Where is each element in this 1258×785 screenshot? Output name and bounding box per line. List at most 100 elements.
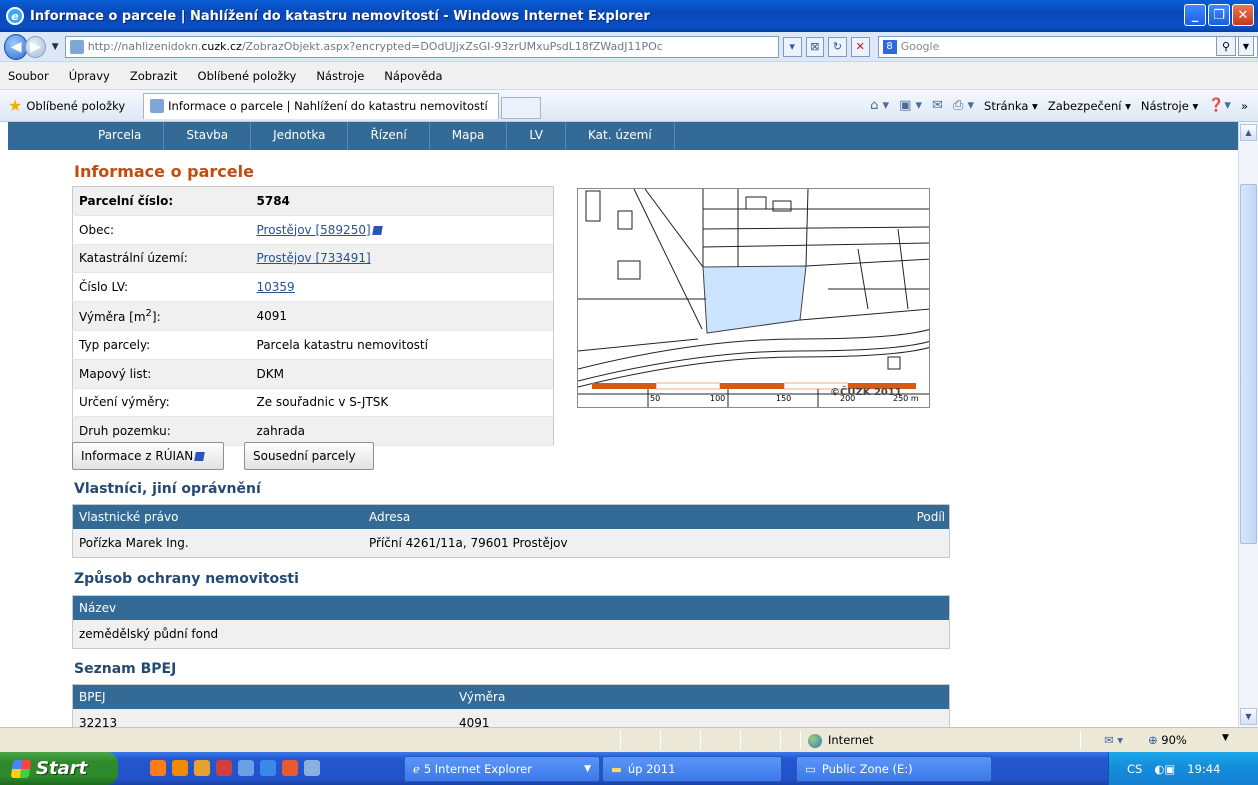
menu-edit[interactable]: Úpravy xyxy=(69,69,110,83)
clock: 19:44 xyxy=(1187,761,1221,776)
bpej-code: 32213 xyxy=(79,716,118,727)
ruian-info-button[interactable]: Informace z RÚIAN xyxy=(72,442,224,470)
row-key: Parcelní číslo: xyxy=(72,186,251,216)
cadastral-area-link[interactable]: Prostějov [733491] xyxy=(257,251,371,265)
feeds-icon[interactable]: ▣ ▾ xyxy=(899,98,922,113)
help-icon[interactable]: ❓▾ xyxy=(1208,98,1231,113)
search-button[interactable]: ⚲ xyxy=(1216,36,1236,56)
app-icon[interactable] xyxy=(216,760,232,776)
nav-mapa[interactable]: Mapa xyxy=(430,122,508,150)
print-icon[interactable]: ⎙ ▾ xyxy=(953,98,974,113)
search-dropdown-icon[interactable]: ▼ xyxy=(1238,36,1254,56)
address-bar: ◀ ▶ ▼ http://nahlizenidokn. cuzk.cz/Zobra… xyxy=(0,32,1258,62)
tools-menu[interactable]: Nástroje ▾ xyxy=(1141,99,1198,113)
security-zone: Internet xyxy=(808,733,874,748)
table-row: Parcelní číslo: 5784 xyxy=(72,186,554,216)
row-key: Určení výměry: xyxy=(72,388,251,418)
nav-rizeni[interactable]: Řízení xyxy=(348,122,430,150)
row-key: Typ parcely: xyxy=(72,330,251,360)
nav-jednotka[interactable]: Jednotka xyxy=(251,122,349,150)
chrome-icon[interactable] xyxy=(150,760,166,776)
table-row: 32213 4091 xyxy=(73,709,949,727)
url-dropdown-button[interactable]: ▾ xyxy=(782,36,802,57)
parcel-map-drawing: 50 100 150 200 250 m ©ČUZK 2011 xyxy=(578,189,929,407)
bpej-heading: Seznam BPEJ xyxy=(74,661,177,677)
top-navigation: Parcela Stavba Jednotka Řízení Mapa LV K… xyxy=(8,122,1238,150)
menu-tools[interactable]: Nástroje xyxy=(316,69,364,83)
browser-icon[interactable] xyxy=(282,760,298,776)
folder-icon: ▬ xyxy=(611,762,622,776)
table-row: Mapový list: DKM xyxy=(72,359,554,389)
google-icon: 8 xyxy=(882,39,897,54)
security-menu[interactable]: Zabezpečení ▾ xyxy=(1048,99,1131,113)
protection-heading: Způsob ochrany nemovitosti xyxy=(74,571,299,587)
minimize-button[interactable]: _ xyxy=(1184,4,1206,26)
protected-mode-icon[interactable]: ✉ ▾ xyxy=(1104,733,1123,747)
menu-bar: Soubor Úpravy Zobrazit Oblíbené položky … xyxy=(0,62,1258,90)
browser-tab[interactable]: Informace o parcele | Nahlížení do katas… xyxy=(143,92,499,119)
scale-label: 100 xyxy=(710,394,725,403)
neighbor-parcels-button[interactable]: Sousední parcely xyxy=(244,442,374,470)
nav-kat-uzemi[interactable]: Kat. území xyxy=(566,122,675,150)
new-tab-button[interactable] xyxy=(500,96,541,119)
zoom-control[interactable]: ⊕ 90% xyxy=(1148,733,1187,747)
taskbar-drive-button[interactable]: ▭ Public Zone (E:) xyxy=(796,756,992,782)
search-input[interactable]: 8 Google xyxy=(877,35,1258,58)
obec-link[interactable]: Prostějov [589250] xyxy=(257,223,371,237)
table-row: Typ parcely: Parcela katastru nemovitostí xyxy=(72,330,554,360)
app-icon[interactable] xyxy=(238,760,254,776)
quick-launch xyxy=(150,760,320,776)
taskbar-folder-button[interactable]: ▬ úp 2011 xyxy=(602,756,782,782)
language-indicator[interactable]: CS xyxy=(1127,762,1142,776)
more-chevron-icon[interactable]: » xyxy=(1241,99,1248,113)
app-icon[interactable] xyxy=(304,760,320,776)
zoom-dropdown-icon[interactable]: ▼ xyxy=(1222,733,1229,743)
menu-view[interactable]: Zobrazit xyxy=(130,69,178,83)
ie-logo-icon: e xyxy=(6,7,24,25)
table-row: zemědělský půdní fond xyxy=(73,620,949,648)
mail-icon[interactable]: ✉ xyxy=(932,98,943,113)
external-link-icon[interactable] xyxy=(371,225,383,235)
page-menu[interactable]: Stránka ▾ xyxy=(984,99,1038,113)
owner-address: Příční 4261/11a, 79601 Prostějov xyxy=(369,536,568,550)
row-key: Mapový list: xyxy=(72,359,251,389)
nav-parcela[interactable]: Parcela xyxy=(76,122,165,150)
restore-button[interactable]: ❐ xyxy=(1208,4,1230,26)
network-icon[interactable]: ◐▣ xyxy=(1154,762,1175,776)
url-input[interactable]: http://nahlizenidokn. cuzk.cz/ZobrazObjek… xyxy=(64,35,779,58)
page-title: Informace o parcele xyxy=(74,162,254,181)
scroll-up-icon[interactable]: ▲ xyxy=(1240,124,1257,141)
lv-number-link[interactable]: 10359 xyxy=(257,280,295,294)
page-content: Parcela Stavba Jednotka Řízení Mapa LV K… xyxy=(0,122,1238,727)
stop-button[interactable]: ✕ xyxy=(850,36,870,57)
nav-lv[interactable]: LV xyxy=(507,122,566,150)
menu-favorites[interactable]: Oblíbené položky xyxy=(198,69,297,83)
map-copyright: ©ČUZK 2011 xyxy=(830,385,902,398)
taskbar-ie-button[interactable]: ℯ5 Internet Explorer ▼ xyxy=(404,756,600,782)
close-button[interactable]: ✕ xyxy=(1232,4,1254,26)
parcel-map[interactable]: 50 100 150 200 250 m ©ČUZK 2011 xyxy=(577,188,930,408)
firefox-icon[interactable] xyxy=(194,760,210,776)
site-favicon-icon xyxy=(69,39,84,54)
scroll-down-icon[interactable]: ▼ xyxy=(1240,708,1257,725)
scroll-thumb[interactable] xyxy=(1240,184,1257,544)
ie-icon[interactable] xyxy=(260,760,276,776)
system-tray: CS ◐▣ 19:44 xyxy=(1108,752,1258,785)
external-link-icon xyxy=(194,451,206,461)
row-value: DKM xyxy=(250,359,554,389)
home-icon[interactable]: ⌂ ▾ xyxy=(870,98,889,113)
table-row: Určení výměry: Ze souřadnic v S-JTSK xyxy=(72,388,554,418)
forward-button[interactable]: ▶ xyxy=(25,35,46,58)
menu-file[interactable]: Soubor xyxy=(8,69,49,83)
window-titlebar: e Informace o parcele | Nahlížení do kat… xyxy=(0,0,1258,32)
refresh-button[interactable]: ↻ xyxy=(828,36,847,57)
favorites-button[interactable]: Oblíbené položky xyxy=(26,99,125,113)
favorites-star-icon[interactable]: ★ xyxy=(8,96,22,115)
office-icon[interactable] xyxy=(172,760,188,776)
nav-stavba[interactable]: Stavba xyxy=(164,122,252,150)
compatibility-icon[interactable]: ⊠ xyxy=(805,36,825,57)
vertical-scrollbar[interactable]: ▲ ▼ xyxy=(1238,122,1258,727)
menu-help[interactable]: Nápověda xyxy=(384,69,442,83)
start-button[interactable]: Start xyxy=(0,752,118,785)
history-dropdown-icon[interactable]: ▼ xyxy=(52,42,59,52)
